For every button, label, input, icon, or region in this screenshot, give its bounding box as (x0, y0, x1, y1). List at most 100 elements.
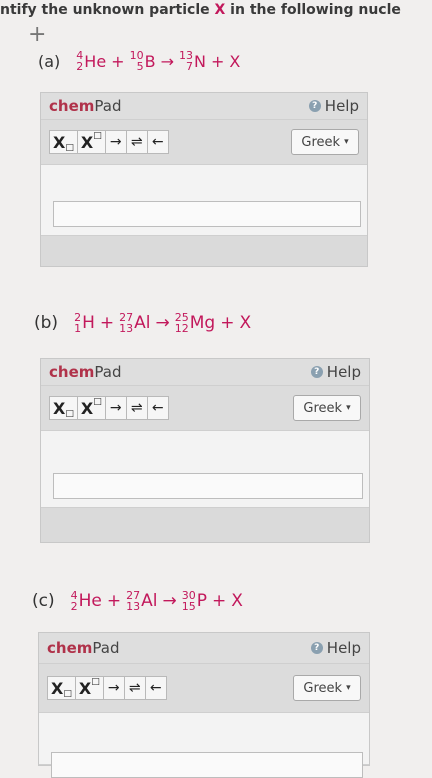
greek-dropdown[interactable]: Greek ▾ (293, 395, 361, 421)
element-symbol: N (193, 51, 206, 71)
subscript-button[interactable]: X □ (47, 676, 76, 700)
atomic-number: 12 (174, 322, 189, 335)
problem-a: (a) 42 He + 10 5 B → 13 7 N + X (38, 50, 240, 72)
help-button[interactable]: ? Help (310, 363, 361, 381)
chempad-footer (41, 508, 369, 542)
atomic-number: 2 (76, 60, 84, 73)
help-icon: ? (310, 366, 323, 378)
reaction-arrow-button[interactable]: → (102, 676, 125, 700)
atomic-number: 1 (74, 322, 82, 335)
element-symbol: Al (134, 313, 151, 333)
crosshair-cursor-icon: + (28, 22, 47, 47)
chempad-toolbar: X □ X □ → ⇌ ← Greek ▾ (41, 386, 369, 431)
nuclide: 27 13 Al (119, 312, 150, 334)
atomic-number: 7 (185, 60, 193, 73)
element-symbol: Mg (189, 313, 216, 333)
nuclide: 42 He (76, 50, 106, 72)
atomic-number: 15 (181, 600, 196, 613)
help-icon: ? (308, 100, 321, 112)
plus-sign: + (111, 51, 125, 71)
left-arrow-button[interactable]: ← (144, 676, 167, 700)
problem-label: (c) (32, 591, 55, 611)
atomic-number: 13 (126, 600, 141, 613)
help-button[interactable]: ? Help (308, 97, 359, 115)
instruction-unknown: X (214, 2, 226, 18)
plus-sign: + (99, 313, 115, 333)
greek-dropdown[interactable]: Greek ▾ (293, 675, 361, 701)
nuclide: 21 H (74, 312, 95, 334)
answer-input[interactable] (53, 201, 361, 227)
instruction-text: ntify the unknown particle X in the foll… (0, 2, 432, 24)
answer-input[interactable] (51, 752, 363, 778)
nuclide: 30 15 P (182, 590, 207, 612)
chempad-body (41, 431, 369, 508)
reaction-arrow-button[interactable]: → (104, 396, 127, 420)
chempad-footer (41, 236, 367, 266)
plus-sign: + (106, 591, 122, 611)
chempad-header: chemPad ? Help (41, 359, 369, 386)
element-symbol: He (78, 591, 102, 611)
instruction-suffix: in the following nucle (225, 2, 401, 18)
chempad-b: chemPad ? Help X □ X □ → ⇌ ← Greek ▾ (40, 358, 370, 543)
reaction-arrow-icon: → (162, 591, 177, 611)
chempad-title: chemPad (49, 97, 122, 115)
nuclide: 25 12 Mg (175, 312, 215, 334)
problem-label: (a) (38, 51, 61, 71)
unknown-particle: X (231, 591, 243, 611)
element-symbol: P (196, 591, 207, 611)
subscript-button[interactable]: X □ (49, 130, 78, 154)
chempad-toolbar: X □ X □ → ⇌ ← Greek ▾ (39, 664, 369, 713)
reaction-arrow-icon: → (160, 51, 174, 71)
left-arrow-button[interactable]: ← (146, 130, 169, 154)
nuclide: 10 5 B (130, 50, 156, 72)
reaction-arrow-icon: → (155, 313, 170, 333)
chempad-header: chemPad ? Help (41, 93, 367, 120)
nuclide: 13 7 N (179, 50, 206, 72)
reaction-equation: 42 He + 27 13 Al → 30 15 P + X (71, 590, 243, 612)
element-symbol: Al (141, 591, 158, 611)
reaction-equation: 42 He + 10 5 B → 13 7 N + X (76, 50, 240, 72)
equilibrium-arrow-button[interactable]: ⇌ (125, 130, 148, 154)
superscript-button[interactable]: X □ (74, 676, 104, 700)
left-arrow-button[interactable]: ← (146, 396, 169, 420)
atomic-number: 5 (136, 60, 144, 73)
equilibrium-arrow-button[interactable]: ⇌ (125, 396, 148, 420)
nuclide: 42 He (71, 590, 102, 612)
atomic-number: 13 (119, 322, 134, 335)
chempad-c: chemPad ? Help X □ X □ → ⇌ ← Greek ▾ (38, 632, 370, 778)
superscript-button[interactable]: X □ (76, 396, 106, 420)
chempad-title: chemPad (49, 363, 122, 381)
element-symbol: He (84, 51, 107, 71)
subscript-button[interactable]: X □ (49, 396, 78, 420)
equilibrium-arrow-button[interactable]: ⇌ (123, 676, 146, 700)
atomic-number: 2 (70, 600, 78, 613)
superscript-button[interactable]: X □ (76, 130, 106, 154)
plus-sign: + (220, 313, 235, 333)
plus-sign: + (212, 591, 227, 611)
nuclide: 27 13 Al (126, 590, 157, 612)
reaction-equation: 21 H + 27 13 Al → 25 12 Mg + X (74, 312, 251, 334)
unknown-particle: X (229, 51, 241, 71)
answer-input[interactable] (53, 473, 363, 499)
unknown-particle: X (239, 313, 252, 333)
chempad-toolbar: X □ X □ → ⇌ ← Greek ▾ (41, 120, 367, 165)
problem-b: (b) 21 H + 27 13 Al → 25 12 Mg + X (34, 312, 251, 334)
problem-c: (c) 42 He + 27 13 Al → 30 15 P + X (32, 590, 243, 612)
chevron-down-icon: ▾ (346, 403, 351, 413)
element-symbol: B (144, 51, 156, 71)
chempad-body (41, 165, 367, 236)
chempad-a: chemPad ? Help X □ X □ → ⇌ ← Greek ▾ (40, 92, 368, 267)
chevron-down-icon: ▾ (344, 137, 349, 147)
help-icon: ? (310, 642, 323, 654)
problem-label: (b) (34, 313, 59, 333)
instruction-prefix: ntify the unknown particle (0, 2, 215, 18)
chevron-down-icon: ▾ (346, 683, 351, 693)
reaction-arrow-button[interactable]: → (104, 130, 127, 154)
chempad-body (39, 713, 369, 778)
element-symbol: H (82, 313, 95, 333)
chempad-header: chemPad ? Help (39, 633, 369, 664)
chempad-title: chemPad (47, 639, 120, 657)
help-button[interactable]: ? Help (310, 639, 361, 657)
plus-sign: + (210, 51, 225, 71)
greek-dropdown[interactable]: Greek ▾ (291, 129, 359, 155)
